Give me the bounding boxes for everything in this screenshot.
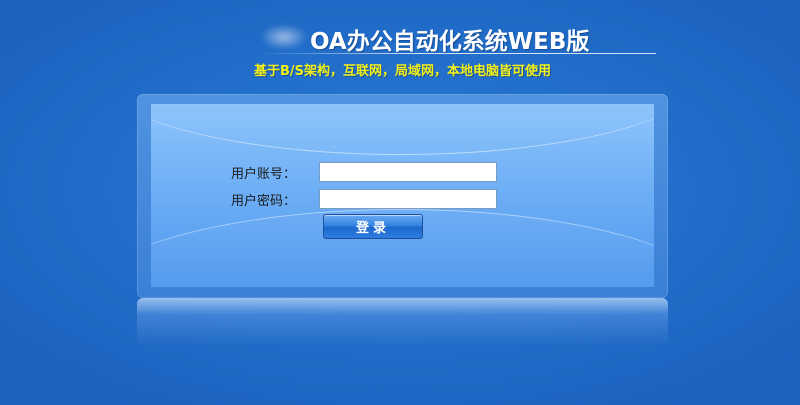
password-input[interactable] — [319, 189, 497, 209]
blurred-logo — [260, 24, 308, 50]
login-frame: 用户账号： 用户密码： 登录 — [137, 94, 668, 298]
header: OA办公自动化系统WEB版 基于B/S架构，互联网，局域网，本地电脑皆可使用 — [250, 18, 670, 79]
password-label: 用户密码： — [231, 193, 297, 209]
bottom-ledge — [137, 298, 668, 346]
app-title: OA办公自动化系统WEB版 — [310, 29, 590, 55]
login-panel: 用户账号： 用户密码： 登录 — [151, 104, 654, 287]
username-row: 用户账号： — [231, 161, 497, 183]
username-label: 用户账号： — [231, 166, 297, 182]
panel-arc-decoration — [151, 104, 654, 155]
title-divider — [256, 53, 656, 54]
username-input[interactable] — [319, 162, 497, 182]
app-subtitle: 基于B/S架构，互联网，局域网，本地电脑皆可使用 — [254, 64, 552, 79]
password-row: 用户密码： — [231, 188, 497, 210]
login-button[interactable]: 登录 — [323, 214, 423, 239]
